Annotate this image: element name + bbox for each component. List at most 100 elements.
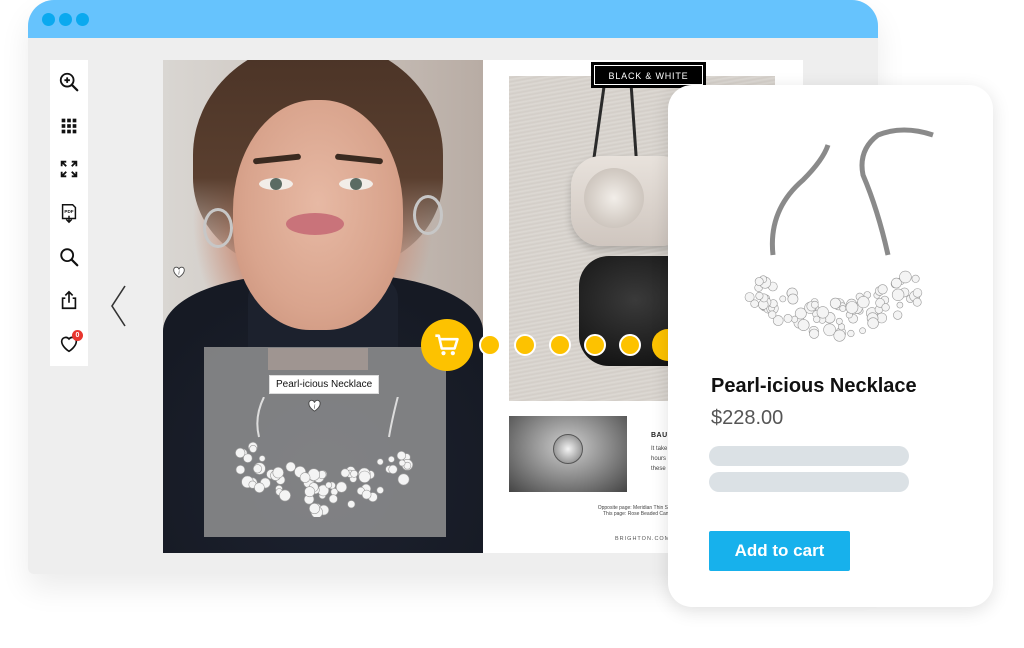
product-card: Pearl-icious Necklace $228.00 Add to car… [668, 85, 993, 607]
pearl [258, 455, 266, 462]
add-to-cart-button[interactable]: Add to cart [709, 531, 850, 571]
pearl [254, 482, 265, 493]
add-to-cart-hotspot-button[interactable] [421, 319, 473, 371]
pearl [857, 296, 870, 309]
hotspot-tooltip: Pearl-icious Necklace [269, 375, 380, 394]
pearl [376, 486, 384, 494]
pearl [272, 466, 284, 479]
article-line: hours [651, 456, 667, 462]
grid-icon [61, 118, 77, 133]
title-bar [28, 0, 878, 38]
thumbnails-button[interactable] [50, 104, 88, 148]
pearl [252, 464, 262, 474]
pearl [896, 301, 904, 309]
necklace-hotspot[interactable]: Pearl-icious Necklace i [204, 347, 446, 537]
zoom-in-icon [59, 72, 79, 92]
section-label: BLACK & WHITE [591, 62, 706, 88]
pearl [813, 315, 821, 323]
article-line: these [651, 466, 666, 472]
skeleton-line [709, 472, 909, 492]
trail-dot [479, 334, 501, 356]
pearl [912, 297, 922, 307]
bag-strap [592, 76, 607, 161]
pdf-download-icon: PDF [61, 204, 77, 224]
necklace-pearls [235, 397, 414, 517]
window-maximize-dot[interactable] [76, 13, 89, 26]
pdf-download-button[interactable]: PDF [50, 191, 88, 235]
pearl [787, 293, 799, 305]
pearl [285, 461, 296, 472]
wishlist-button[interactable]: 0 [50, 322, 88, 366]
pearl [243, 453, 253, 463]
zoom-in-button[interactable] [50, 60, 88, 104]
info-heart-icon[interactable]: i [172, 265, 186, 279]
pearl [859, 327, 866, 334]
skeleton-line [709, 446, 909, 466]
right-eye [339, 178, 373, 190]
pearl [328, 494, 338, 504]
pearl [833, 329, 846, 342]
pearl [791, 315, 799, 323]
pearl [387, 455, 395, 463]
share-button[interactable] [50, 279, 88, 323]
craft-photo [509, 416, 627, 492]
product-name: Pearl-icious Necklace [711, 375, 917, 397]
trail-dot [549, 334, 571, 356]
trail-dot [584, 334, 606, 356]
necklace-chain [859, 127, 934, 256]
product-price: $228.00 [711, 407, 784, 429]
window-minimize-dot[interactable] [59, 13, 72, 26]
pearl [335, 481, 348, 493]
shopping-cart-icon [435, 334, 459, 356]
pearl [797, 319, 810, 331]
model-lips [286, 213, 344, 235]
pearl [835, 317, 843, 325]
pearl [779, 295, 787, 303]
svg-text:i: i [314, 403, 316, 410]
viewer-toolbar: PDF 0 [50, 60, 88, 366]
pearl [309, 503, 321, 515]
right-earring [413, 195, 443, 235]
pearl [235, 464, 246, 475]
fullscreen-icon [60, 161, 78, 178]
pearl [811, 300, 819, 309]
pearl [877, 284, 888, 295]
left-eye [259, 178, 293, 190]
article-line: It take [651, 446, 668, 452]
pearl [899, 270, 912, 284]
pearl [279, 489, 291, 502]
pearl [783, 313, 793, 323]
previous-page-button[interactable] [106, 283, 132, 329]
necklace-chain [388, 397, 399, 438]
pearl [911, 274, 920, 283]
pearl [829, 297, 841, 309]
pearl [358, 470, 371, 483]
pearl [340, 468, 350, 478]
white-bag-rose [584, 168, 644, 228]
left-earring [203, 208, 233, 248]
window-close-dot[interactable] [42, 13, 55, 26]
pearl [891, 288, 905, 302]
stage: PDF 0 i Pearl-icious Necklace i BLACK & … [0, 0, 1024, 648]
pearl [750, 299, 759, 308]
trail-dot [619, 334, 641, 356]
pearl [839, 305, 847, 312]
share-icon [61, 291, 77, 310]
pearl [376, 458, 384, 466]
craft-rose [553, 434, 583, 464]
necklace-chain [769, 144, 831, 256]
pearl [845, 301, 859, 314]
fullscreen-button[interactable] [50, 147, 88, 191]
info-heart-icon[interactable]: i [307, 398, 322, 413]
product-image [744, 127, 934, 342]
search-button[interactable] [50, 235, 88, 279]
trail-dot [514, 334, 536, 356]
pearl [304, 486, 316, 498]
pearl [396, 450, 406, 461]
pearl [325, 481, 333, 489]
necklace-chain [256, 397, 265, 438]
pearl [768, 310, 777, 319]
pearl [388, 464, 398, 474]
wishlist-count-badge: 0 [72, 330, 83, 342]
pearl [398, 459, 406, 467]
